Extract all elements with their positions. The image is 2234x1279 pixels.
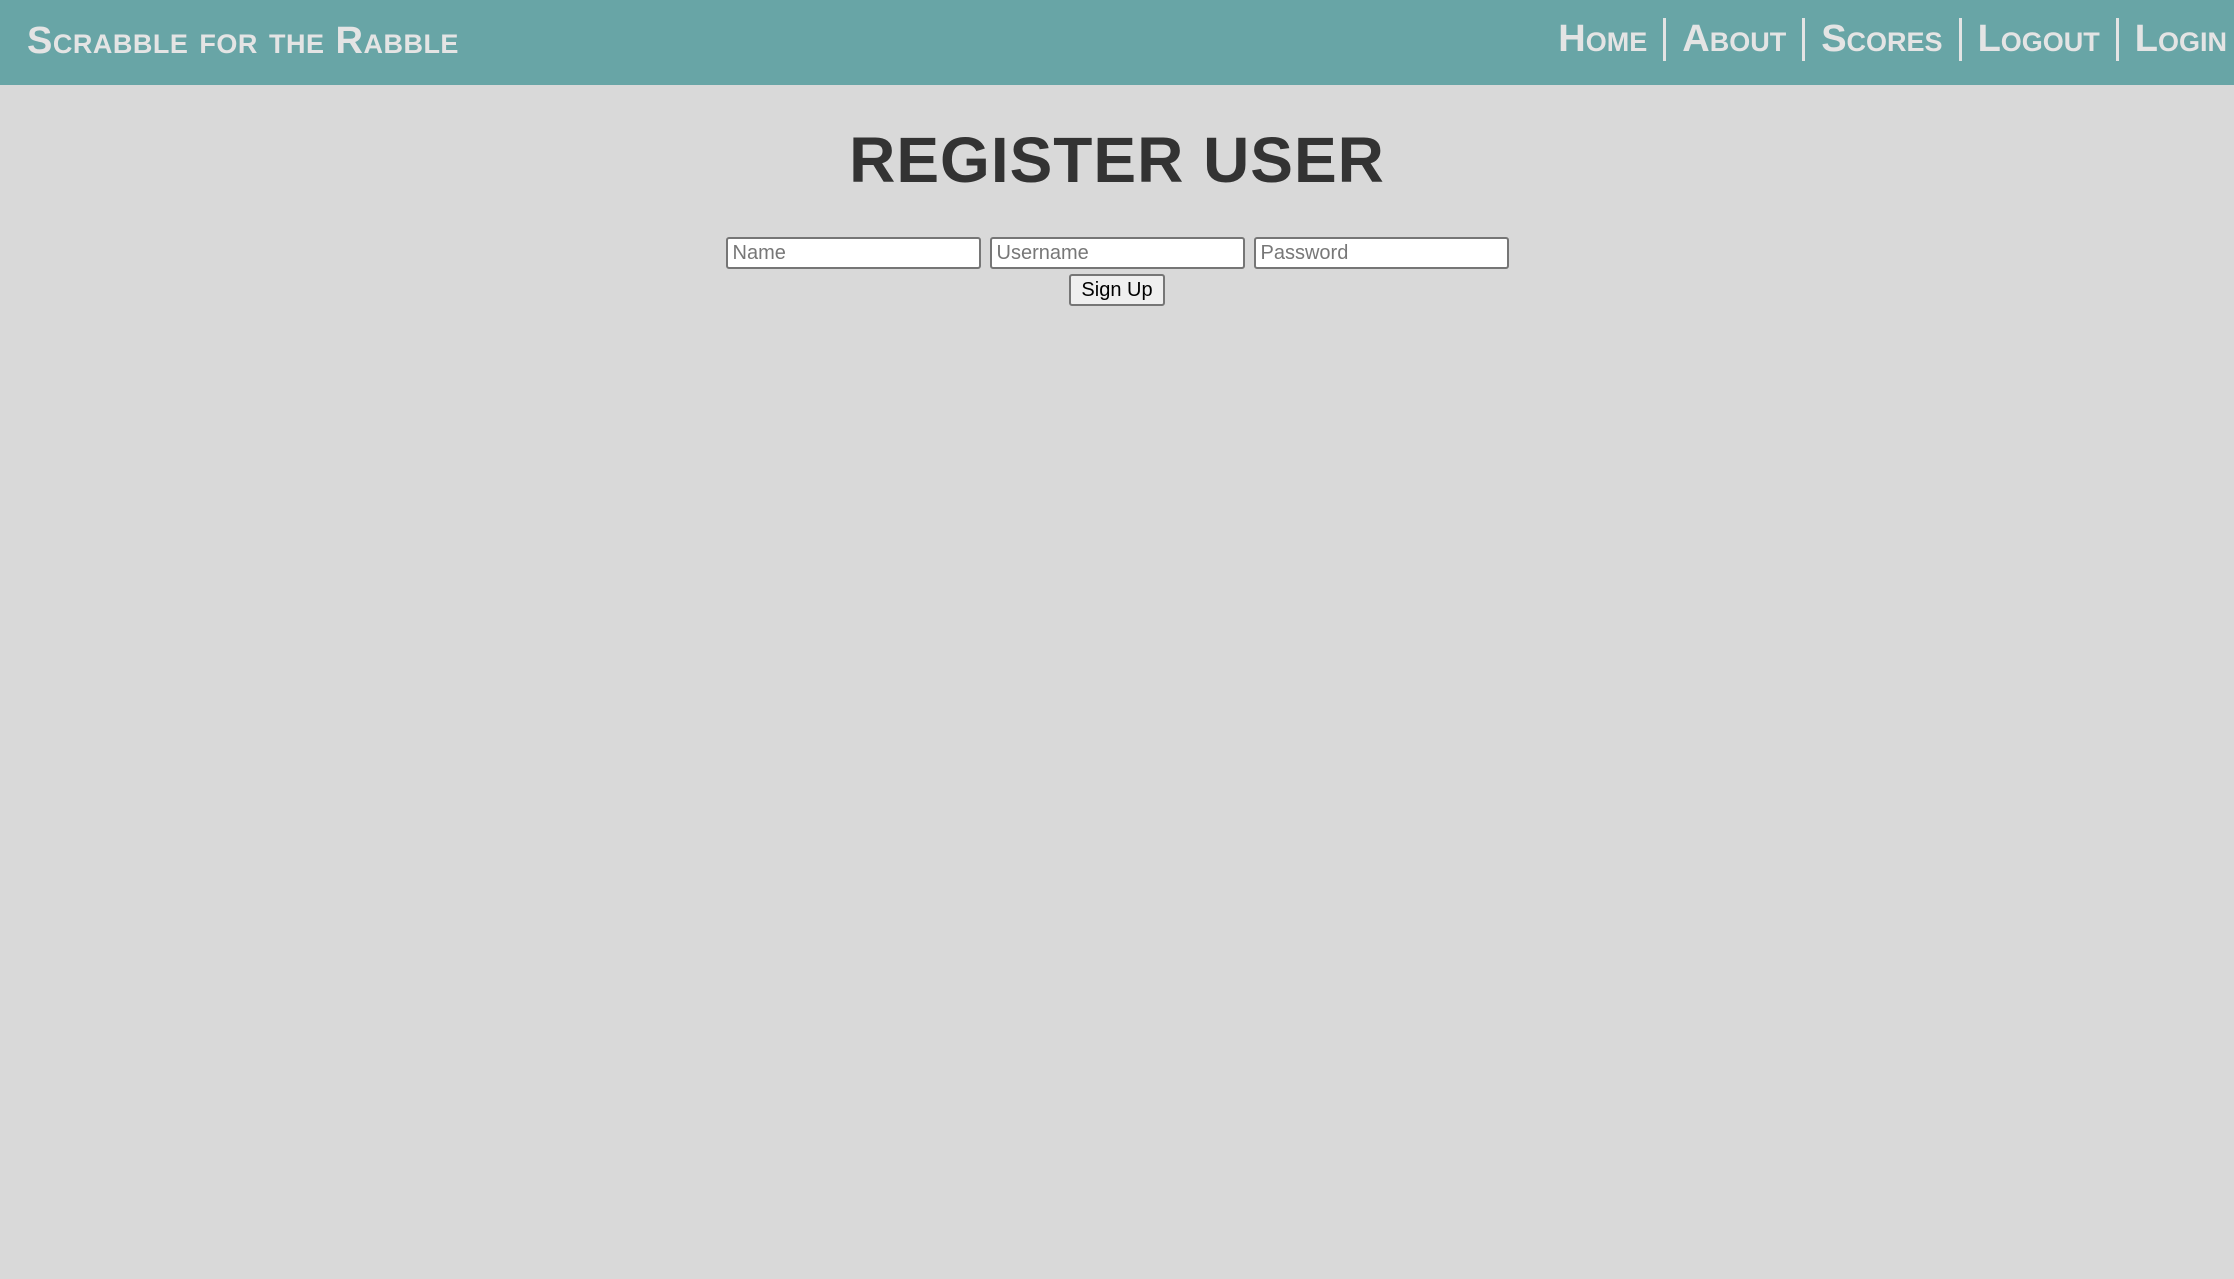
nav-scores-link[interactable]: Scores	[1805, 18, 1958, 61]
nav-links: Home About Scores Logout Login	[1542, 18, 2227, 61]
sign-up-button[interactable]: Sign Up	[1069, 274, 1165, 306]
form-actions: Sign Up	[0, 274, 2234, 306]
nav-login-link[interactable]: Login	[2119, 18, 2227, 61]
username-input[interactable]	[989, 237, 1245, 269]
page-title: REGISTER USER	[849, 124, 1385, 196]
register-form: Sign Up	[0, 237, 2234, 306]
nav-logout-link[interactable]: Logout	[1962, 18, 2116, 61]
form-fields	[0, 237, 2234, 269]
password-input[interactable]	[1253, 237, 1509, 269]
top-navbar: Scrabble for the Rabble Home About Score…	[0, 0, 2234, 85]
nav-about-link[interactable]: About	[1666, 18, 1802, 61]
nav-home-link[interactable]: Home	[1542, 18, 1663, 61]
site-brand[interactable]: Scrabble for the Rabble	[27, 17, 459, 65]
name-input[interactable]	[725, 237, 981, 269]
